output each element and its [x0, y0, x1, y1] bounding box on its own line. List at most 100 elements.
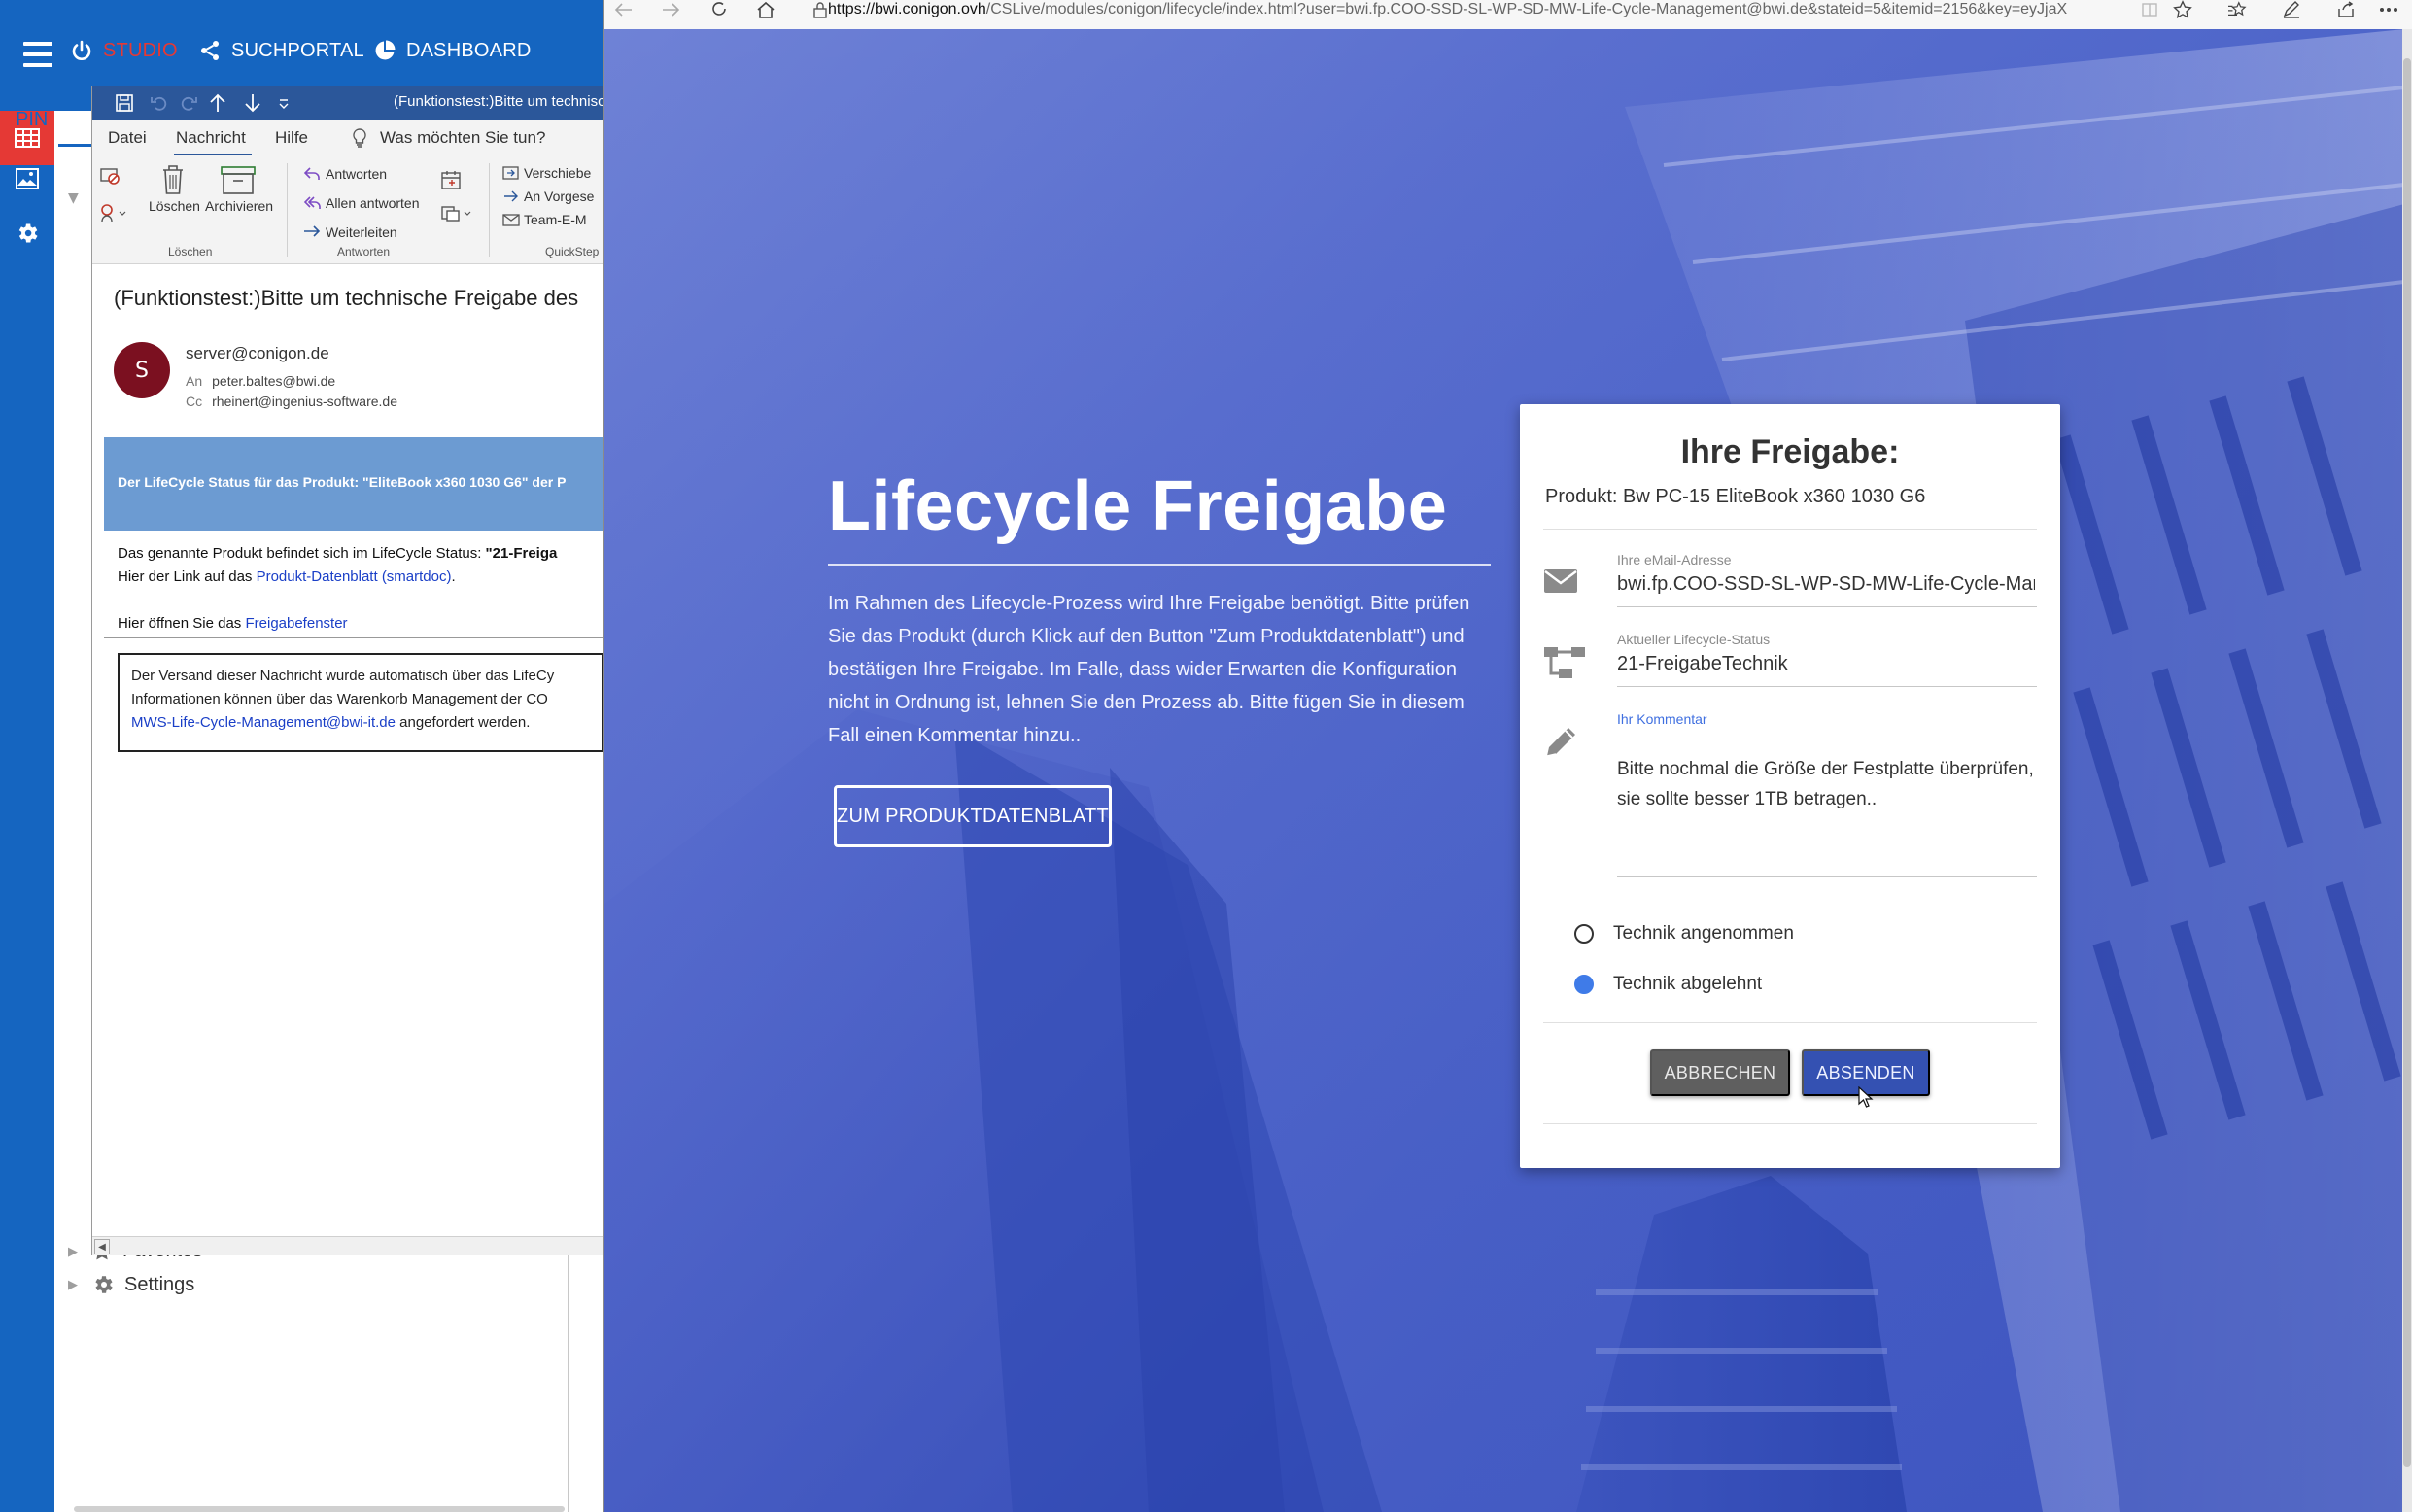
lifecycle-status-field[interactable]: Aktueller Lifecycle-Status 21-FreigabeTe… [1543, 632, 2037, 709]
more-respond-button[interactable] [440, 204, 477, 223]
status-field-value[interactable]: 21-FreigabeTechnik [1617, 653, 2035, 675]
title-divider [828, 564, 1491, 566]
nav-studio[interactable]: STUDIO [70, 39, 178, 62]
message-horizontal-scrollbar[interactable]: ◀ [92, 1236, 603, 1255]
release-card: Ihre Freigabe: Produkt: Bw PC-15 EliteBo… [1520, 404, 2060, 1168]
message-reading-pane: (Funktionstest:)Bitte um technische Frei… [92, 264, 603, 1255]
release-window-link[interactable]: Freigabefenster [245, 615, 347, 632]
page-vertical-scrollbar[interactable] [2402, 29, 2412, 1512]
to-label: An [186, 373, 203, 389]
tree-expand-icon[interactable]: ▼ [68, 190, 79, 206]
outlook-titlebar: (Funktionstest:)Bitte um technische [92, 86, 603, 120]
radio-technik-abgelehnt[interactable]: Technik abgelehnt [1574, 974, 1762, 995]
mouse-cursor-icon [1858, 1086, 1874, 1108]
pen-icon[interactable] [2272, 0, 2311, 19]
meeting-button[interactable] [440, 169, 465, 190]
rail-settings-button[interactable] [0, 206, 54, 260]
cancel-button[interactable]: ABBRECHEN [1650, 1049, 1790, 1096]
background-buildings-image [604, 29, 2404, 1512]
nav-dashboard-label: DASHBOARD [406, 39, 532, 61]
studio-tab-indicator [58, 144, 91, 147]
page-intro-text: Im Rahmen des Lifecycle-Prozess wird Ihr… [828, 593, 1470, 746]
arrow-down-icon[interactable] [240, 91, 265, 115]
tree-caret-icon[interactable]: ▶ [68, 1277, 78, 1292]
delete-button[interactable]: Löschen [149, 163, 200, 214]
forward-button[interactable]: Weiterleiten [302, 223, 397, 241]
release-card-title: Ihre Freigabe: [1680, 433, 1900, 470]
refresh-button[interactable] [700, 0, 739, 19]
image-icon [16, 168, 39, 189]
forward-nav-button[interactable] [651, 0, 690, 19]
studio-tab-label[interactable]: PIN [16, 109, 48, 131]
ignore-button[interactable] [98, 165, 125, 187]
tree-item-settings-label: Settings [124, 1273, 195, 1295]
customize-toolbar-icon[interactable] [271, 91, 296, 115]
radio-technik-angenommen[interactable]: Technik angenommen [1574, 923, 1794, 945]
favorite-star-icon[interactable] [2163, 0, 2202, 19]
quickstep-move-button[interactable]: Verschiebe [502, 165, 591, 181]
tab-nachricht[interactable]: Nachricht [176, 128, 246, 148]
undo-icon[interactable] [147, 91, 172, 115]
lifecycle-page: Lifecycle Freigabe Im Rahmen des Lifecyc… [604, 29, 2404, 1512]
forward-label: Weiterleiten [326, 224, 397, 240]
junk-button[interactable] [98, 202, 131, 223]
email-field-value[interactable]: bwi.fp.COO-SSD-SL-WP-SD-MW-Life-Cycle-Ma… [1617, 573, 2035, 596]
email-field-underline [1617, 606, 2037, 607]
tab-hilfe[interactable]: Hilfe [275, 128, 308, 148]
tell-me-search[interactable]: Was möchten Sie tun? [351, 128, 545, 148]
url-path: /CSLive/modules/conigon/lifecycle/index.… [985, 1, 2068, 17]
hamburger-menu-icon[interactable] [23, 42, 52, 67]
to-address[interactable]: peter.baltes@bwi.de [212, 373, 335, 389]
address-bar[interactable]: https://bwi.conigon.ovh/CSLive/modules/c… [828, 0, 2067, 19]
table-icon [15, 128, 40, 148]
body-text: . [451, 568, 456, 585]
quickstep-manager-button[interactable]: An Vorgese [502, 189, 594, 204]
rail-image-button[interactable] [0, 152, 54, 206]
radio-checked-icon[interactable] [1574, 975, 1594, 994]
nav-studio-label: STUDIO [103, 39, 178, 61]
archive-button[interactable]: Archivieren [205, 163, 273, 214]
envelope-icon [1544, 569, 1577, 593]
pie-chart-icon [375, 40, 396, 60]
tree-caret-icon[interactable]: ▶ [68, 1244, 78, 1259]
scroll-left-icon[interactable]: ◀ [94, 1239, 110, 1254]
pencil-icon [1546, 728, 1575, 757]
favorites-hub-icon[interactable] [2218, 0, 2257, 19]
scrollbar-thumb[interactable] [2403, 58, 2411, 1467]
arrow-up-icon[interactable] [205, 91, 230, 115]
radio-unchecked-icon[interactable] [1574, 924, 1594, 944]
nav-suchportal[interactable]: SUCHPORTAL [198, 39, 364, 62]
tab-datei[interactable]: Datei [108, 128, 147, 148]
horizontal-scrollbar[interactable] [74, 1506, 565, 1512]
reply-all-label: Allen antworten [326, 195, 420, 211]
notice-line: Informationen können über das Warenkorb … [131, 691, 548, 707]
home-icon [757, 1, 775, 18]
home-button[interactable] [746, 0, 785, 19]
more-options-icon[interactable] [2371, 0, 2406, 19]
share-page-icon[interactable] [2326, 0, 2365, 19]
cc-address[interactable]: rheinert@ingenius-software.de [212, 394, 397, 409]
reply-all-button[interactable]: Allen antworten [302, 194, 420, 212]
notice-text: angefordert werden. [395, 714, 531, 731]
comment-field[interactable]: Ihr Kommentar Bitte nochmal die Größe de… [1543, 711, 2037, 886]
save-icon[interactable] [112, 91, 137, 115]
ignore-icon [100, 168, 120, 185]
sender-avatar[interactable]: S [114, 342, 170, 398]
notice-line: Der Versand dieser Nachricht wurde autom… [131, 668, 555, 684]
comment-textarea[interactable]: Bitte nochmal die Größe der Festplatte ü… [1617, 754, 2045, 814]
reply-button[interactable]: Antworten [302, 165, 387, 183]
back-button[interactable] [604, 0, 643, 19]
tree-item-settings[interactable]: ▶ Settings [68, 1273, 194, 1296]
email-field[interactable]: Ihre eMail-Adresse bwi.fp.COO-SSD-SL-WP-… [1543, 552, 2037, 630]
reply-label: Antworten [326, 166, 388, 182]
power-icon [72, 40, 91, 60]
quickstep-team-button[interactable]: Team-E-M [502, 212, 587, 227]
message-sender[interactable]: server@conigon.de [186, 344, 329, 363]
lifecycle-mail-link[interactable]: MWS-Life-Cycle-Management@bwi-it.de [131, 714, 396, 731]
delete-label: Löschen [149, 198, 200, 214]
product-datasheet-button[interactable]: ZUM PRODUKTDATENBLATT [834, 785, 1112, 847]
nav-dashboard[interactable]: DASHBOARD [373, 39, 532, 62]
datasheet-link[interactable]: Produkt-Datenblatt (smartdoc) [257, 568, 452, 585]
redo-icon[interactable] [176, 91, 201, 115]
